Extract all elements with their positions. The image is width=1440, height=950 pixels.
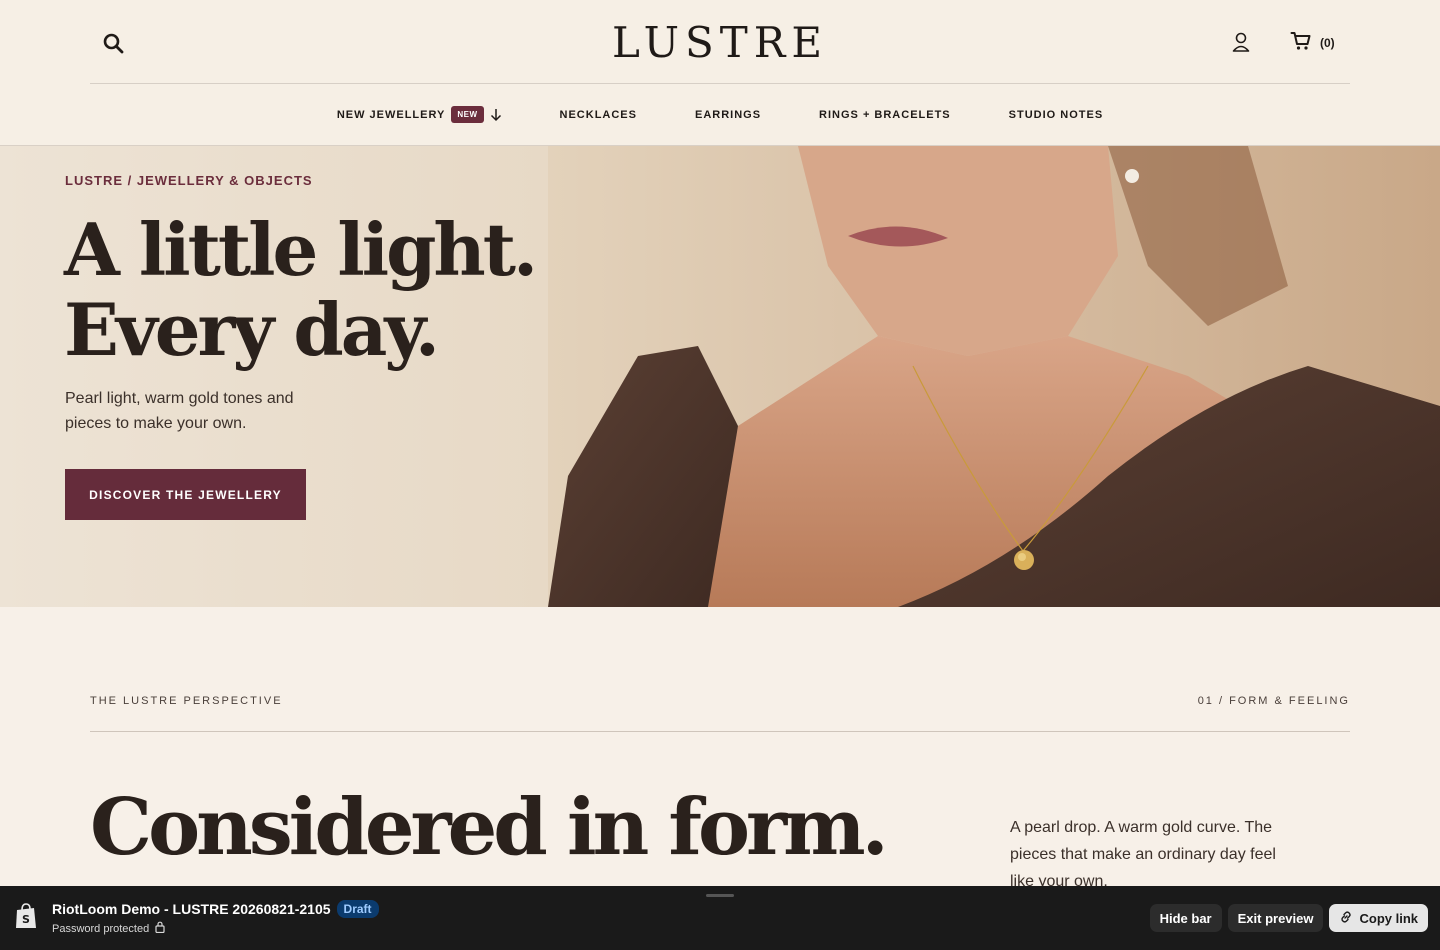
discover-button[interactable]: DISCOVER THE JEWELLERY bbox=[65, 469, 306, 520]
password-status: Password protected bbox=[52, 921, 165, 936]
hero-title-line-2: Every day. bbox=[64, 287, 440, 372]
nav-item-rings-bracelets[interactable]: RINGS + BRACELETS bbox=[819, 109, 951, 121]
header-top: LUSTRE (0) bbox=[90, 0, 1350, 84]
password-label: Password protected bbox=[52, 922, 150, 935]
store-info: RiotLoom Demo - LUSTRE 20260821-2105 Dra… bbox=[52, 900, 379, 918]
new-badge: NEW bbox=[451, 106, 484, 123]
lock-icon bbox=[155, 921, 165, 936]
nav-item-label: NEW JEWELLERY bbox=[336, 108, 446, 121]
site-logo[interactable]: LUSTRE bbox=[90, 18, 1350, 67]
hero-copy: Pearl light, warm gold tones and pieces … bbox=[65, 390, 294, 432]
perspective-title: Considered in form. bbox=[90, 782, 889, 873]
preview-bar: S RiotLoom Demo - LUSTRE 20260821-2105 D… bbox=[0, 886, 1440, 950]
nav-item-new-jewellery[interactable]: NEW JEWELLERY NEW bbox=[337, 106, 502, 123]
nav-item-studio-notes[interactable]: STUDIO NOTES bbox=[1009, 109, 1104, 121]
hero-eyebrow: LUSTRE / JEWELLERY & OBJECTS bbox=[65, 173, 313, 188]
site-header: LUSTRE (0) NEW JEWELLERY NEW NECKLACES E… bbox=[0, 0, 1440, 146]
copy-link-button[interactable]: Copy link bbox=[1329, 904, 1428, 932]
arrow-down-icon bbox=[490, 108, 502, 122]
hide-bar-button[interactable]: Hide bar bbox=[1149, 904, 1222, 932]
perspective-copy: A pearl drop. A warm gold curve. The pie… bbox=[1010, 819, 1276, 890]
perspective-header: THE LUSTRE PERSPECTIVE 01 / FORM & FEELI… bbox=[90, 695, 1350, 732]
hero-title: A little light. Every day. bbox=[64, 210, 544, 370]
exit-preview-button[interactable]: Exit preview bbox=[1227, 904, 1324, 932]
draft-badge: Draft bbox=[336, 900, 379, 918]
copy-link-label: Copy link bbox=[1359, 910, 1418, 926]
perspective-eyebrow: THE LUSTRE PERSPECTIVE bbox=[90, 695, 283, 707]
cart-icon bbox=[1290, 30, 1312, 57]
hero-title-line-1: A little light. bbox=[64, 207, 538, 292]
perspective-index: 01 / FORM & FEELING bbox=[1197, 695, 1350, 707]
nav-item-earrings[interactable]: EARRINGS bbox=[695, 109, 761, 121]
cart-count: (0) bbox=[1320, 36, 1335, 50]
shopify-bag-icon: S bbox=[16, 903, 36, 928]
hero-photo-model bbox=[548, 146, 1440, 607]
hero-section: LUSTRE / JEWELLERY & OBJECTS A little li… bbox=[0, 146, 1440, 607]
store-name: RiotLoom Demo - LUSTRE 20260821-2105 bbox=[52, 901, 331, 917]
main-nav: NEW JEWELLERY NEW NECKLACES EARRINGS RIN… bbox=[0, 84, 1440, 145]
drag-handle[interactable] bbox=[706, 894, 734, 897]
link-icon bbox=[1339, 910, 1353, 927]
preview-actions: Hide bar Exit preview Copy link bbox=[1149, 904, 1428, 932]
cart-button[interactable]: (0) bbox=[1290, 30, 1335, 56]
svg-text:S: S bbox=[22, 913, 30, 926]
user-icon[interactable] bbox=[1230, 31, 1252, 55]
nav-item-necklaces[interactable]: NECKLACES bbox=[560, 109, 637, 121]
